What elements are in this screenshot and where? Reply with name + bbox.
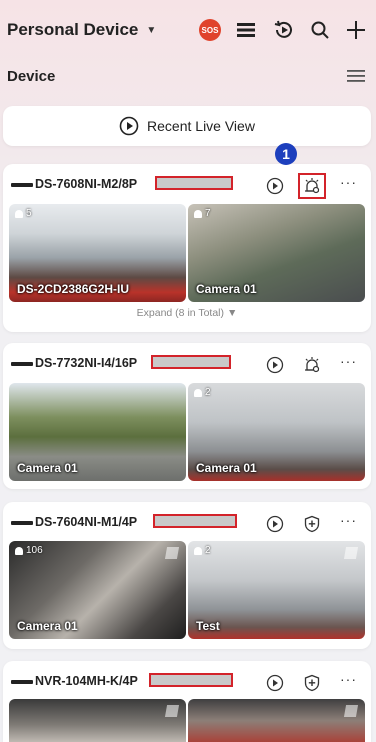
redacted-serial [155, 176, 233, 190]
nvr-icon [11, 362, 33, 366]
expand-toggle[interactable]: Expand (8 in Total) ▼ [3, 307, 371, 319]
playback-icon [274, 20, 292, 38]
alarm-settings-button[interactable] [301, 354, 323, 376]
camera-label: Camera 01 [17, 619, 78, 633]
annotation-badge: 1 [275, 143, 297, 165]
list-view-icon [237, 23, 255, 37]
redacted-serial [151, 355, 231, 369]
more-button[interactable]: ··· [340, 671, 357, 687]
sos-button[interactable]: SOS [197, 17, 223, 43]
camera-tile[interactable]: 5 DS-2CD2386G2H-IU [9, 204, 186, 302]
device-header[interactable]: DS-7604NI-M1/4P ··· [3, 502, 371, 542]
highlight-box [298, 173, 326, 199]
account-title: Personal Device [7, 20, 139, 39]
redacted-serial [153, 514, 237, 528]
camera-tile[interactable] [188, 699, 365, 742]
bell-icon [194, 209, 202, 218]
alarm-count: 106 [15, 545, 43, 556]
recent-live-view-button[interactable]: Recent Live View [3, 106, 371, 146]
nvr-icon [11, 680, 33, 684]
alarm-count: 2 [194, 387, 211, 398]
more-button[interactable]: ··· [340, 174, 357, 190]
arm-status-button[interactable] [301, 513, 323, 535]
camera-label: Camera 01 [196, 282, 257, 296]
play-circle-icon [266, 177, 284, 195]
expand-label: Expand (8 in Total) [136, 307, 225, 319]
bell-icon [15, 209, 23, 218]
bell-icon [194, 546, 202, 555]
camera-label: Camera 01 [196, 461, 257, 475]
account-selector[interactable]: Personal Device ▼ [7, 20, 156, 40]
camera-tile[interactable]: 2 Test [188, 541, 365, 639]
device-name: DS-7604NI-M1/4P [35, 515, 138, 529]
camera-tile[interactable]: 106 Camera 01 [9, 541, 186, 639]
no-signal-icon [164, 705, 180, 717]
redacted-serial [149, 673, 233, 687]
nvr-icon [11, 521, 33, 525]
menu-icon [347, 70, 365, 82]
section-title: Device [7, 68, 56, 85]
playback-button[interactable] [271, 17, 297, 43]
chevron-down-icon: ▼ [146, 24, 157, 36]
device-name: DS-7732NI-I4/16P [35, 356, 138, 370]
search-button[interactable] [307, 17, 333, 43]
camera-label: Test [196, 619, 220, 633]
playback-button[interactable] [264, 513, 286, 535]
more-button[interactable]: ··· [340, 512, 357, 528]
search-icon [311, 21, 329, 39]
device-header[interactable]: DS-7608NI-M2/8P ··· [3, 164, 371, 204]
bell-icon [194, 388, 202, 397]
camera-tile[interactable] [9, 699, 186, 742]
more-button[interactable]: ··· [340, 353, 357, 369]
device-card: DS-7608NI-M2/8P ··· 5 DS-2CD2386G2H-IU 7… [3, 164, 371, 332]
device-name: NVR-104MH-K/4P [35, 674, 138, 688]
sos-icon: SOS [199, 19, 221, 41]
playback-button[interactable] [264, 175, 286, 197]
recent-live-view-label: Recent Live View [147, 118, 255, 134]
shield-plus-icon [304, 674, 320, 692]
menu-button[interactable] [346, 68, 366, 84]
device-name: DS-7608NI-M2/8P [35, 177, 138, 191]
playback-button[interactable] [264, 354, 286, 376]
play-circle-icon [266, 356, 284, 374]
camera-tile[interactable]: Camera 01 [9, 383, 186, 481]
device-header[interactable]: DS-7732NI-I4/16P ··· [3, 343, 371, 383]
device-header[interactable]: NVR-104MH-K/4P ··· [3, 661, 371, 701]
top-bar: Personal Device ▼ SOS [0, 0, 376, 60]
alarm-count: 2 [194, 545, 211, 556]
play-circle-icon [266, 515, 284, 533]
chevron-down-icon: ▼ [226, 307, 238, 319]
alarm-count: 5 [15, 208, 32, 219]
device-card: DS-7732NI-I4/16P ··· Camera 01 2 Camera … [3, 343, 371, 489]
add-device-button[interactable] [343, 17, 369, 43]
no-signal-icon [343, 547, 359, 559]
camera-tile[interactable]: 7 Camera 01 [188, 204, 365, 302]
alarm-settings-icon [305, 357, 320, 373]
list-view-button[interactable] [233, 17, 259, 43]
camera-label: DS-2CD2386G2H-IU [17, 282, 130, 296]
camera-tile[interactable]: 2 Camera 01 [188, 383, 365, 481]
bell-icon [15, 546, 23, 555]
alarm-count: 7 [194, 208, 211, 219]
device-card: DS-7604NI-M1/4P ··· 106 Camera 01 2 Test [3, 502, 371, 649]
nvr-icon [11, 183, 33, 187]
camera-label: Camera 01 [17, 461, 78, 475]
play-circle-icon [266, 674, 284, 692]
no-signal-icon [164, 547, 180, 559]
plus-icon [347, 21, 365, 39]
playback-button[interactable] [264, 672, 286, 694]
shield-plus-icon [304, 515, 320, 533]
play-circle-icon [119, 116, 139, 136]
device-card: NVR-104MH-K/4P ··· [3, 661, 371, 742]
no-signal-icon [343, 705, 359, 717]
arm-status-button[interactable] [301, 672, 323, 694]
